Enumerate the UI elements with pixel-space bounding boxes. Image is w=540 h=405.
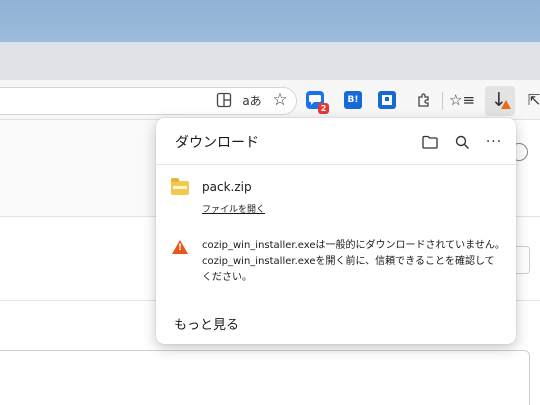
pocket-icon[interactable]: [378, 91, 396, 109]
toolbar-separator: [442, 92, 443, 110]
downloads-flyout: ダウンロード ··· pack.zip ファイルを開く ! cozip_win_…: [156, 118, 516, 344]
download-warning[interactable]: cozip_win_installer.exeは一般的にダウンロードされていませ…: [202, 238, 506, 286]
hatena-bookmark-icon[interactable]: B!: [344, 91, 362, 109]
warning-badge-icon: [501, 100, 511, 109]
more-options-icon[interactable]: ···: [482, 130, 506, 154]
add-favorite-icon[interactable]: ☆: [268, 88, 292, 112]
tab-strip: [0, 42, 540, 80]
warning-line: cozip_win_installer.exeを開く前に、信頼できることを確認し…: [202, 256, 495, 267]
split-screen-icon[interactable]: [212, 88, 236, 112]
downloads-button[interactable]: ↓: [485, 86, 515, 116]
download-file-name[interactable]: pack.zip: [202, 180, 252, 194]
desktop-background: [0, 0, 540, 42]
warning-icon: !: [172, 240, 188, 254]
read-aloud-icon[interactable]: aあ: [240, 88, 264, 112]
chat-extension-icon[interactable]: 2: [306, 91, 329, 114]
page-panel: [0, 120, 160, 216]
share-icon[interactable]: ⇱: [522, 88, 540, 112]
notification-badge: 2: [318, 103, 329, 114]
open-folder-icon[interactable]: [418, 130, 442, 154]
search-icon[interactable]: [450, 130, 474, 154]
warning-line: ください。: [202, 272, 252, 283]
page-text-area[interactable]: [0, 350, 530, 405]
see-more-link[interactable]: もっと見る: [174, 314, 239, 333]
zip-file-icon: [171, 178, 189, 195]
downloads-title: ダウンロード: [175, 135, 259, 151]
extensions-icon[interactable]: [412, 88, 436, 112]
warning-line: cozip_win_installer.exeは一般的にダウンロードされていませ…: [202, 240, 505, 251]
open-file-link[interactable]: ファイルを開く: [202, 202, 265, 215]
favorites-icon[interactable]: ☆≡: [449, 88, 475, 112]
flyout-divider: [156, 164, 516, 165]
